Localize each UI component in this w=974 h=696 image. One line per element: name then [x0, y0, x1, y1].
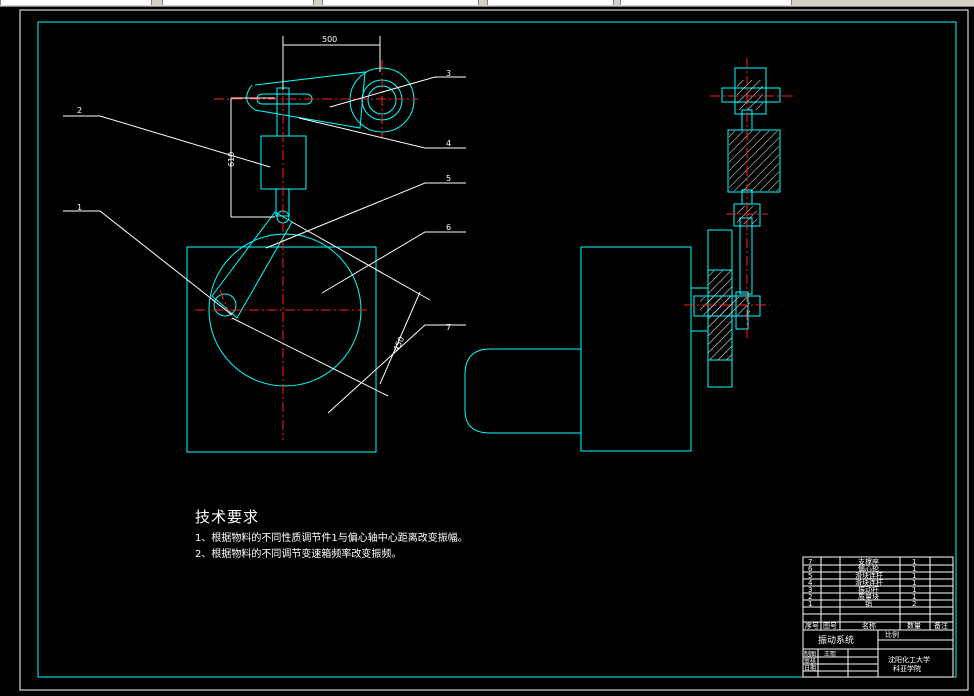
parts-list-text: 7 支撑座 1 6 偏心轮 1 5 滑块连杆 1 4 滑块连杆 1 3 振动杆 …	[804, 557, 948, 673]
header-code: 图号	[823, 622, 837, 630]
cad-drawing-canvas[interactable]: 500 610 450 1 2 3 4 5 6 7 7 支撑座 1 6 偏心轮 …	[0, 0, 974, 696]
dimension-labels: 500 610 450	[227, 35, 406, 353]
balloon-2[interactable]: 2	[77, 106, 82, 115]
side-view	[464, 67, 781, 452]
side-top-hatch[interactable]	[737, 80, 763, 110]
gearbox-outline[interactable]	[580, 246, 692, 452]
designer-label: 制图	[804, 650, 816, 658]
header-no: 序号	[805, 621, 819, 630]
school-name: 沈阳化工大学	[888, 655, 930, 664]
technical-requirement-1: 1、根据物料的不同性质调节件1与偏心轴中心距离改变振幅。	[195, 533, 468, 544]
side-mass-hatch[interactable]	[729, 131, 779, 191]
drawing-name: 振动系统	[818, 634, 854, 646]
wheel-pin-outline[interactable]	[213, 293, 237, 317]
designer-name: 王熙	[824, 651, 836, 658]
date-label: 日期	[804, 664, 816, 672]
part-row-1-no: 1	[808, 600, 812, 608]
dim-500-text: 500	[322, 35, 337, 44]
college-name: 科亚学院	[893, 664, 921, 673]
balloon-4[interactable]: 4	[446, 139, 451, 148]
header-name: 名称	[862, 621, 876, 630]
dim-610-text: 610	[227, 152, 236, 167]
part-row-1-qty: 2	[912, 600, 916, 608]
front-view-dimensions	[63, 36, 466, 414]
balloon-labels: 1 2 3 4 5 6 7	[77, 69, 451, 332]
scale-label: 比例	[885, 630, 899, 639]
header-note: 备注	[934, 621, 948, 630]
motor-body-outline[interactable]	[464, 348, 581, 434]
header-qty: 数量	[907, 621, 921, 630]
balloon-1[interactable]: 1	[77, 203, 82, 212]
part-row-1-name: 销	[865, 599, 872, 608]
balloon-6[interactable]: 6	[446, 223, 451, 232]
balloon-7[interactable]: 7	[446, 323, 451, 332]
reviewer-label: 审核	[804, 657, 816, 665]
balloon-5[interactable]: 5	[446, 174, 451, 183]
technical-requirement-2: 2、根据物料的不同调节变速箱频率改变振频。	[195, 549, 402, 560]
side-shaft-hatch[interactable]	[700, 297, 750, 315]
front-view	[186, 67, 415, 453]
technical-requirements-title: 技术要求	[195, 508, 260, 526]
balloon-3[interactable]: 3	[446, 69, 451, 78]
outer-border	[19, 9, 969, 691]
lever-slot[interactable]	[256, 93, 313, 105]
side-link-lower[interactable]	[739, 217, 753, 295]
